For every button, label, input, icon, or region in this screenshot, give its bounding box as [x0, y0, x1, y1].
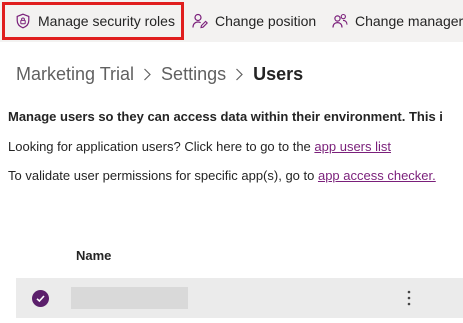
change-manager-button[interactable]: Change manager: [332, 0, 463, 42]
shield-lock-icon: [15, 13, 31, 29]
chevron-right-icon: [143, 68, 152, 81]
checkmark-icon[interactable]: [32, 290, 49, 307]
access-checker-hint-text: To validate user permissions for specifi…: [8, 168, 318, 183]
people-icon: [332, 13, 348, 29]
manage-security-roles-label: Manage security roles: [38, 13, 175, 29]
app-users-hint: Looking for application users? Click her…: [8, 139, 391, 154]
app-access-checker-link[interactable]: app access checker.: [318, 168, 436, 183]
app-users-list-link[interactable]: app users list: [314, 139, 391, 154]
app-users-hint-text: Looking for application users? Click her…: [8, 139, 315, 154]
access-checker-hint: To validate user permissions for specifi…: [8, 168, 436, 183]
more-options-icon[interactable]: [402, 287, 416, 309]
change-manager-label: Change manager: [355, 13, 463, 29]
change-position-button[interactable]: Change position: [192, 0, 316, 42]
user-name-cell[interactable]: [71, 287, 188, 309]
breadcrumb-item-settings[interactable]: Settings: [161, 64, 226, 85]
chevron-right-icon: [235, 68, 244, 81]
breadcrumb-item-current: Users: [253, 63, 304, 84]
breadcrumb: Marketing Trial Settings Users: [16, 62, 303, 86]
change-position-label: Change position: [215, 13, 317, 29]
breadcrumb-item-environment[interactable]: Marketing Trial: [16, 64, 134, 85]
person-edit-icon: [192, 13, 208, 29]
page-description: Manage users so they can access data wit…: [8, 109, 443, 124]
manage-security-roles-button[interactable]: Manage security roles: [2, 2, 184, 40]
column-header-name[interactable]: Name: [76, 248, 111, 263]
table-row[interactable]: [16, 278, 463, 318]
command-bar: Manage security roles Change position Ch…: [0, 0, 463, 42]
